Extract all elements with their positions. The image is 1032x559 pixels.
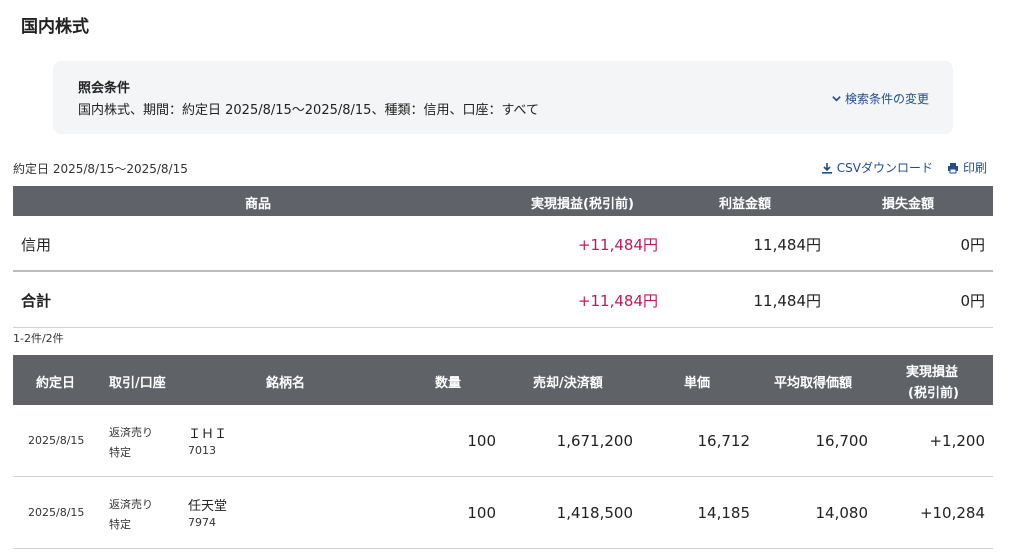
account-cell: 特定 bbox=[109, 518, 131, 531]
summary-total-row: 合計 +11,484円 11,484円 0円 bbox=[13, 272, 993, 328]
summary-table: 商品 実現損益(税引前) 利益金額 損失金額 信用 +11,484円 11,48… bbox=[13, 186, 993, 328]
header-pl-line1: 実現損益 bbox=[906, 365, 959, 380]
avg-cell: 16,700 bbox=[815, 432, 869, 450]
unit-cell: 14,185 bbox=[697, 504, 751, 522]
header-date: 約定日 bbox=[36, 376, 76, 391]
header-realized: 実現損益(税引前) bbox=[531, 197, 634, 212]
header-unit: 単価 bbox=[684, 376, 711, 391]
change-conditions-link[interactable]: 検索条件の変更 bbox=[831, 90, 929, 107]
header-amount: 売却/決済額 bbox=[533, 376, 603, 391]
header-stock: 銘柄名 bbox=[266, 376, 306, 391]
stock-code: 7013 bbox=[188, 444, 216, 457]
product-cell: 信用 bbox=[21, 236, 52, 254]
date-cell: 2025/8/15 bbox=[28, 506, 85, 519]
table-row: 2025/8/15 返済売り 特定 ＩＨＩ 7013 100 1,671,200… bbox=[13, 405, 993, 477]
total-realized-cell: +11,484円 bbox=[577, 292, 658, 310]
page-title: 国内株式 bbox=[21, 17, 89, 37]
result-count: 1-2件/2件 bbox=[13, 332, 64, 345]
printer-icon bbox=[947, 162, 958, 173]
header-loss: 損失金額 bbox=[882, 197, 935, 212]
header-pl-line2: (税引前) bbox=[908, 386, 959, 401]
search-conditions-panel: 照会条件 国内株式、期間：約定日 2025/8/15～2025/8/15、種類：… bbox=[53, 61, 953, 134]
amount-cell: 1,418,500 bbox=[556, 504, 633, 522]
summary-header: 商品 実現損益(税引前) 利益金額 損失金額 bbox=[13, 186, 993, 216]
header-profit: 利益金額 bbox=[719, 197, 772, 212]
loss-cell: 0円 bbox=[960, 236, 985, 254]
toolbar: CSVダウンロード 印刷 bbox=[821, 159, 987, 176]
stock-name-link[interactable]: 任天堂 bbox=[188, 495, 227, 514]
stock-code: 7974 bbox=[188, 516, 216, 529]
summary-row: 信用 +11,484円 11,484円 0円 bbox=[13, 216, 993, 272]
header-product: 商品 bbox=[245, 197, 272, 212]
total-label: 合計 bbox=[21, 292, 52, 310]
header-qty: 数量 bbox=[435, 376, 462, 391]
realized-cell: +11,484円 bbox=[577, 236, 658, 254]
detail-header: 約定日 取引/口座 銘柄名 数量 売却/決済額 単価 平均取得価額 実現損益 (… bbox=[13, 355, 993, 405]
header-avg: 平均取得価額 bbox=[774, 376, 853, 391]
stock-name-link[interactable]: ＩＨＩ bbox=[188, 423, 227, 442]
total-profit-cell: 11,484円 bbox=[753, 292, 822, 310]
header-trade: 取引/口座 bbox=[109, 376, 166, 391]
conditions-label: 照会条件 bbox=[78, 81, 131, 96]
qty-cell: 100 bbox=[467, 504, 496, 522]
table-row: 2025/8/15 返済売り 特定 任天堂 7974 100 1,418,500… bbox=[13, 477, 993, 549]
pl-cell: +1,200 bbox=[929, 432, 985, 450]
pl-cell: +10,284 bbox=[919, 504, 985, 522]
change-conditions-label: 検索条件の変更 bbox=[844, 92, 929, 106]
detail-table: 約定日 取引/口座 銘柄名 数量 売却/決済額 単価 平均取得価額 実現損益 (… bbox=[13, 355, 993, 549]
unit-cell: 16,712 bbox=[697, 432, 751, 450]
account-cell: 特定 bbox=[109, 446, 131, 459]
qty-cell: 100 bbox=[467, 432, 496, 450]
download-icon bbox=[821, 162, 832, 174]
profit-cell: 11,484円 bbox=[753, 236, 822, 254]
chevron-down-icon bbox=[832, 96, 841, 102]
total-loss-cell: 0円 bbox=[960, 292, 985, 310]
conditions-text: 国内株式、期間：約定日 2025/8/15～2025/8/15、種類：信用、口座… bbox=[78, 103, 540, 118]
trade-cell: 返済売り bbox=[109, 498, 153, 511]
amount-cell: 1,671,200 bbox=[556, 432, 633, 450]
print-label: 印刷 bbox=[962, 161, 987, 175]
date-cell: 2025/8/15 bbox=[28, 434, 85, 447]
csv-download-button[interactable]: CSVダウンロード bbox=[821, 159, 933, 176]
period-label: 約定日 2025/8/15～2025/8/15 bbox=[13, 162, 188, 176]
avg-cell: 14,080 bbox=[815, 504, 869, 522]
csv-download-label: CSVダウンロード bbox=[836, 161, 933, 175]
print-button[interactable]: 印刷 bbox=[947, 159, 987, 176]
trade-cell: 返済売り bbox=[109, 426, 153, 439]
